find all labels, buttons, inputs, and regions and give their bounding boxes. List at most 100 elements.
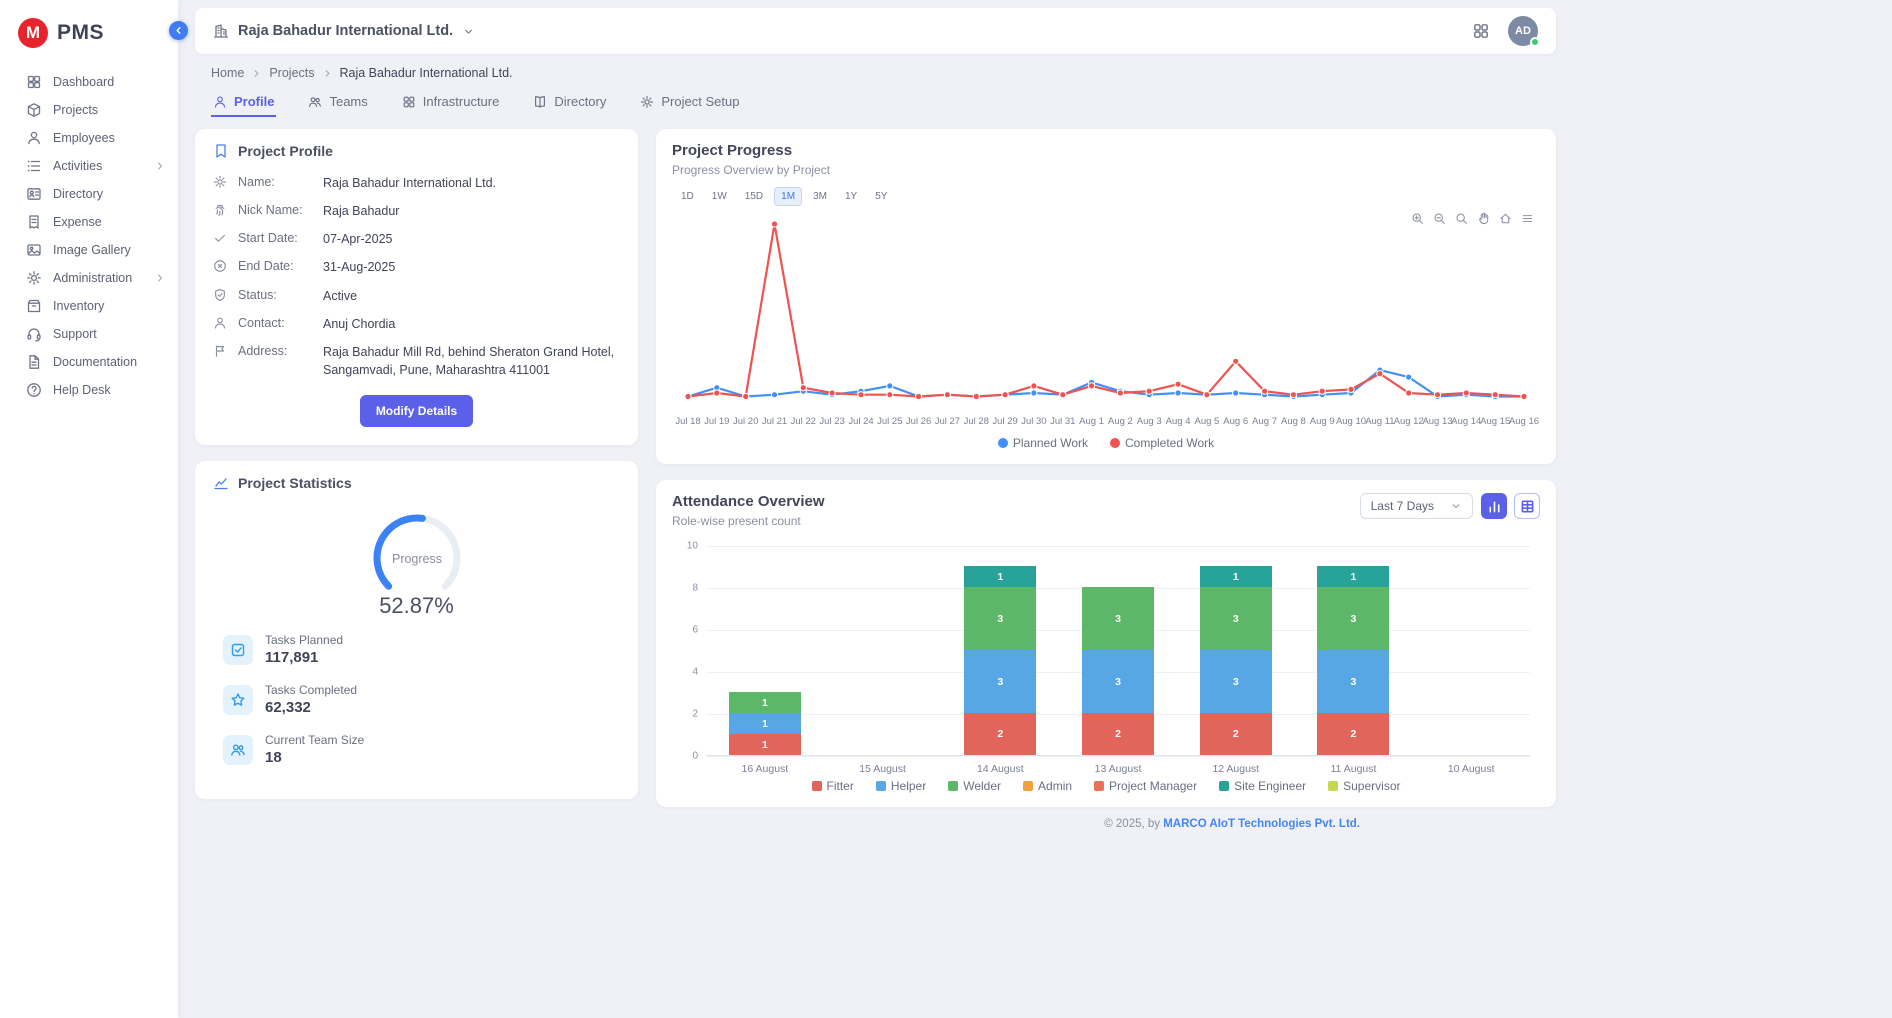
selection-zoom-icon[interactable] <box>1455 212 1468 225</box>
sidebar-item-employees[interactable]: Employees <box>0 124 178 152</box>
bar-segment-welder[interactable]: 1 <box>729 692 801 713</box>
zoom-out-icon[interactable] <box>1433 212 1446 225</box>
profile-field-status: Status:Active <box>213 287 620 305</box>
bar-11-august[interactable]: 2331 <box>1295 546 1413 755</box>
legend-site-engineer[interactable]: Site Engineer <box>1219 779 1306 793</box>
legend-planned-work[interactable]: Planned Work <box>998 436 1088 450</box>
tab-directory[interactable]: Directory <box>531 88 608 117</box>
sidebar-item-expense[interactable]: Expense <box>0 208 178 236</box>
apps-grid-icon[interactable] <box>1472 22 1490 40</box>
line-legend: Planned Work Completed Work <box>672 432 1540 454</box>
sidebar-item-directory[interactable]: Directory <box>0 180 178 208</box>
bar-12-august[interactable]: 2331 <box>1177 546 1295 755</box>
bar-segment-helper[interactable]: 3 <box>1200 650 1272 713</box>
tab-teams[interactable]: Teams <box>306 88 369 117</box>
bar-segment-welder[interactable]: 3 <box>1317 587 1389 650</box>
bar-segment-fitter[interactable]: 2 <box>1082 713 1154 755</box>
range-button-5y[interactable]: 5Y <box>868 187 894 206</box>
sidebar-item-administration[interactable]: Administration <box>0 264 178 292</box>
stat-label: Current Team Size <box>265 733 364 747</box>
sidebar-item-help-desk[interactable]: Help Desk <box>0 376 178 404</box>
administration-icon <box>640 95 654 109</box>
modify-details-button[interactable]: Modify Details <box>360 395 473 427</box>
bar-segment-fitter[interactable]: 2 <box>1317 713 1389 755</box>
dashboard-icon <box>26 74 42 90</box>
project-progress-card: Project Progress Progress Overview by Pr… <box>656 129 1556 464</box>
grid4-icon <box>402 95 416 109</box>
range-button-1m[interactable]: 1M <box>774 187 802 206</box>
bar-15-august[interactable] <box>824 546 942 755</box>
legend-supervisor[interactable]: Supervisor <box>1328 779 1400 793</box>
svg-text:Jul 26: Jul 26 <box>906 416 931 427</box>
zoom-in-icon[interactable] <box>1411 212 1424 225</box>
bar-10-august[interactable] <box>1412 546 1530 755</box>
gallery-icon <box>26 242 42 258</box>
bar-16-august[interactable]: 111 <box>706 546 824 755</box>
shield-icon <box>213 288 227 302</box>
sidebar-item-activities[interactable]: Activities <box>0 152 178 180</box>
menu-icon[interactable] <box>1521 212 1534 225</box>
sidebar-item-inventory[interactable]: Inventory <box>0 292 178 320</box>
sidebar-collapse-button[interactable] <box>169 21 188 40</box>
svg-text:Aug 15: Aug 15 <box>1480 416 1510 427</box>
table-view-button[interactable] <box>1514 493 1540 519</box>
line-chart[interactable]: Jul 18Jul 19Jul 20Jul 21Jul 22Jul 23Jul … <box>672 210 1540 432</box>
range-button-3m[interactable]: 3M <box>806 187 834 206</box>
days-filter-select[interactable]: Last 7 Days <box>1360 493 1473 519</box>
sidebar-item-label: Dashboard <box>53 75 166 89</box>
sidebar-item-label: Employees <box>53 131 166 145</box>
person-icon <box>213 316 227 330</box>
bar-chart-view-button[interactable] <box>1481 493 1507 519</box>
legend-fitter[interactable]: Fitter <box>812 779 854 793</box>
bar-segment-site-engineer[interactable]: 1 <box>1200 566 1272 587</box>
breadcrumb-home[interactable]: Home <box>211 66 244 80</box>
tab-profile[interactable]: Profile <box>211 88 276 117</box>
bar-segment-helper[interactable]: 3 <box>1317 650 1389 713</box>
legend-admin[interactable]: Admin <box>1023 779 1072 793</box>
bar-13-august[interactable]: 233 <box>1059 546 1177 755</box>
bar-segment-fitter[interactable]: 1 <box>729 734 801 755</box>
bar-segment-helper[interactable]: 1 <box>729 713 801 734</box>
pan-icon[interactable] <box>1477 212 1490 225</box>
svg-text:Aug 9: Aug 9 <box>1310 416 1335 427</box>
bar-segment-welder[interactable]: 3 <box>1082 587 1154 650</box>
tab-label: Directory <box>554 94 606 109</box>
progress-gauge: Progress 52.87% <box>213 506 620 619</box>
bar-x-label: 11 August <box>1295 763 1413 775</box>
sidebar-item-documentation[interactable]: Documentation <box>0 348 178 376</box>
sidebar-item-dashboard[interactable]: Dashboard <box>0 68 178 96</box>
sidebar-item-label: Projects <box>53 103 166 117</box>
tab-project-setup[interactable]: Project Setup <box>638 88 741 117</box>
bar-segment-fitter[interactable]: 2 <box>964 713 1036 755</box>
footer-link[interactable]: MARCO AIoT Technologies Pvt. Ltd. <box>1163 818 1360 830</box>
svg-text:Aug 10: Aug 10 <box>1336 416 1366 427</box>
bar-x-label: 16 August <box>706 763 824 775</box>
home-icon[interactable] <box>1499 212 1512 225</box>
company-selector[interactable]: Raja Bahadur International Ltd. <box>213 23 475 39</box>
bar-segment-site-engineer[interactable]: 1 <box>1317 566 1389 587</box>
bar-segment-fitter[interactable]: 2 <box>1200 713 1272 755</box>
sidebar-item-image-gallery[interactable]: Image Gallery <box>0 236 178 264</box>
online-status-dot <box>1530 37 1540 47</box>
legend-completed-work[interactable]: Completed Work <box>1110 436 1214 450</box>
bar-segment-helper[interactable]: 3 <box>964 650 1036 713</box>
legend-welder[interactable]: Welder <box>948 779 1001 793</box>
legend-project-manager[interactable]: Project Manager <box>1094 779 1197 793</box>
bar-14-august[interactable]: 2331 <box>941 546 1059 755</box>
range-button-15d[interactable]: 15D <box>738 187 770 206</box>
range-button-1y[interactable]: 1Y <box>838 187 864 206</box>
bar-segment-welder[interactable]: 3 <box>964 587 1036 650</box>
legend-helper[interactable]: Helper <box>876 779 926 793</box>
bar-segment-helper[interactable]: 3 <box>1082 650 1154 713</box>
bar-segment-site-engineer[interactable]: 1 <box>964 566 1036 587</box>
bar-segment-welder[interactable]: 3 <box>1200 587 1272 650</box>
sidebar-item-support[interactable]: Support <box>0 320 178 348</box>
bookmark-icon <box>213 143 229 159</box>
sidebar-item-projects[interactable]: Projects <box>0 96 178 124</box>
app-logo[interactable]: M PMS <box>0 10 178 68</box>
user-avatar[interactable]: AD <box>1508 16 1538 46</box>
breadcrumb-projects[interactable]: Projects <box>269 66 314 80</box>
tab-infrastructure[interactable]: Infrastructure <box>400 88 502 117</box>
range-button-1d[interactable]: 1D <box>674 187 701 206</box>
range-button-1w[interactable]: 1W <box>705 187 734 206</box>
